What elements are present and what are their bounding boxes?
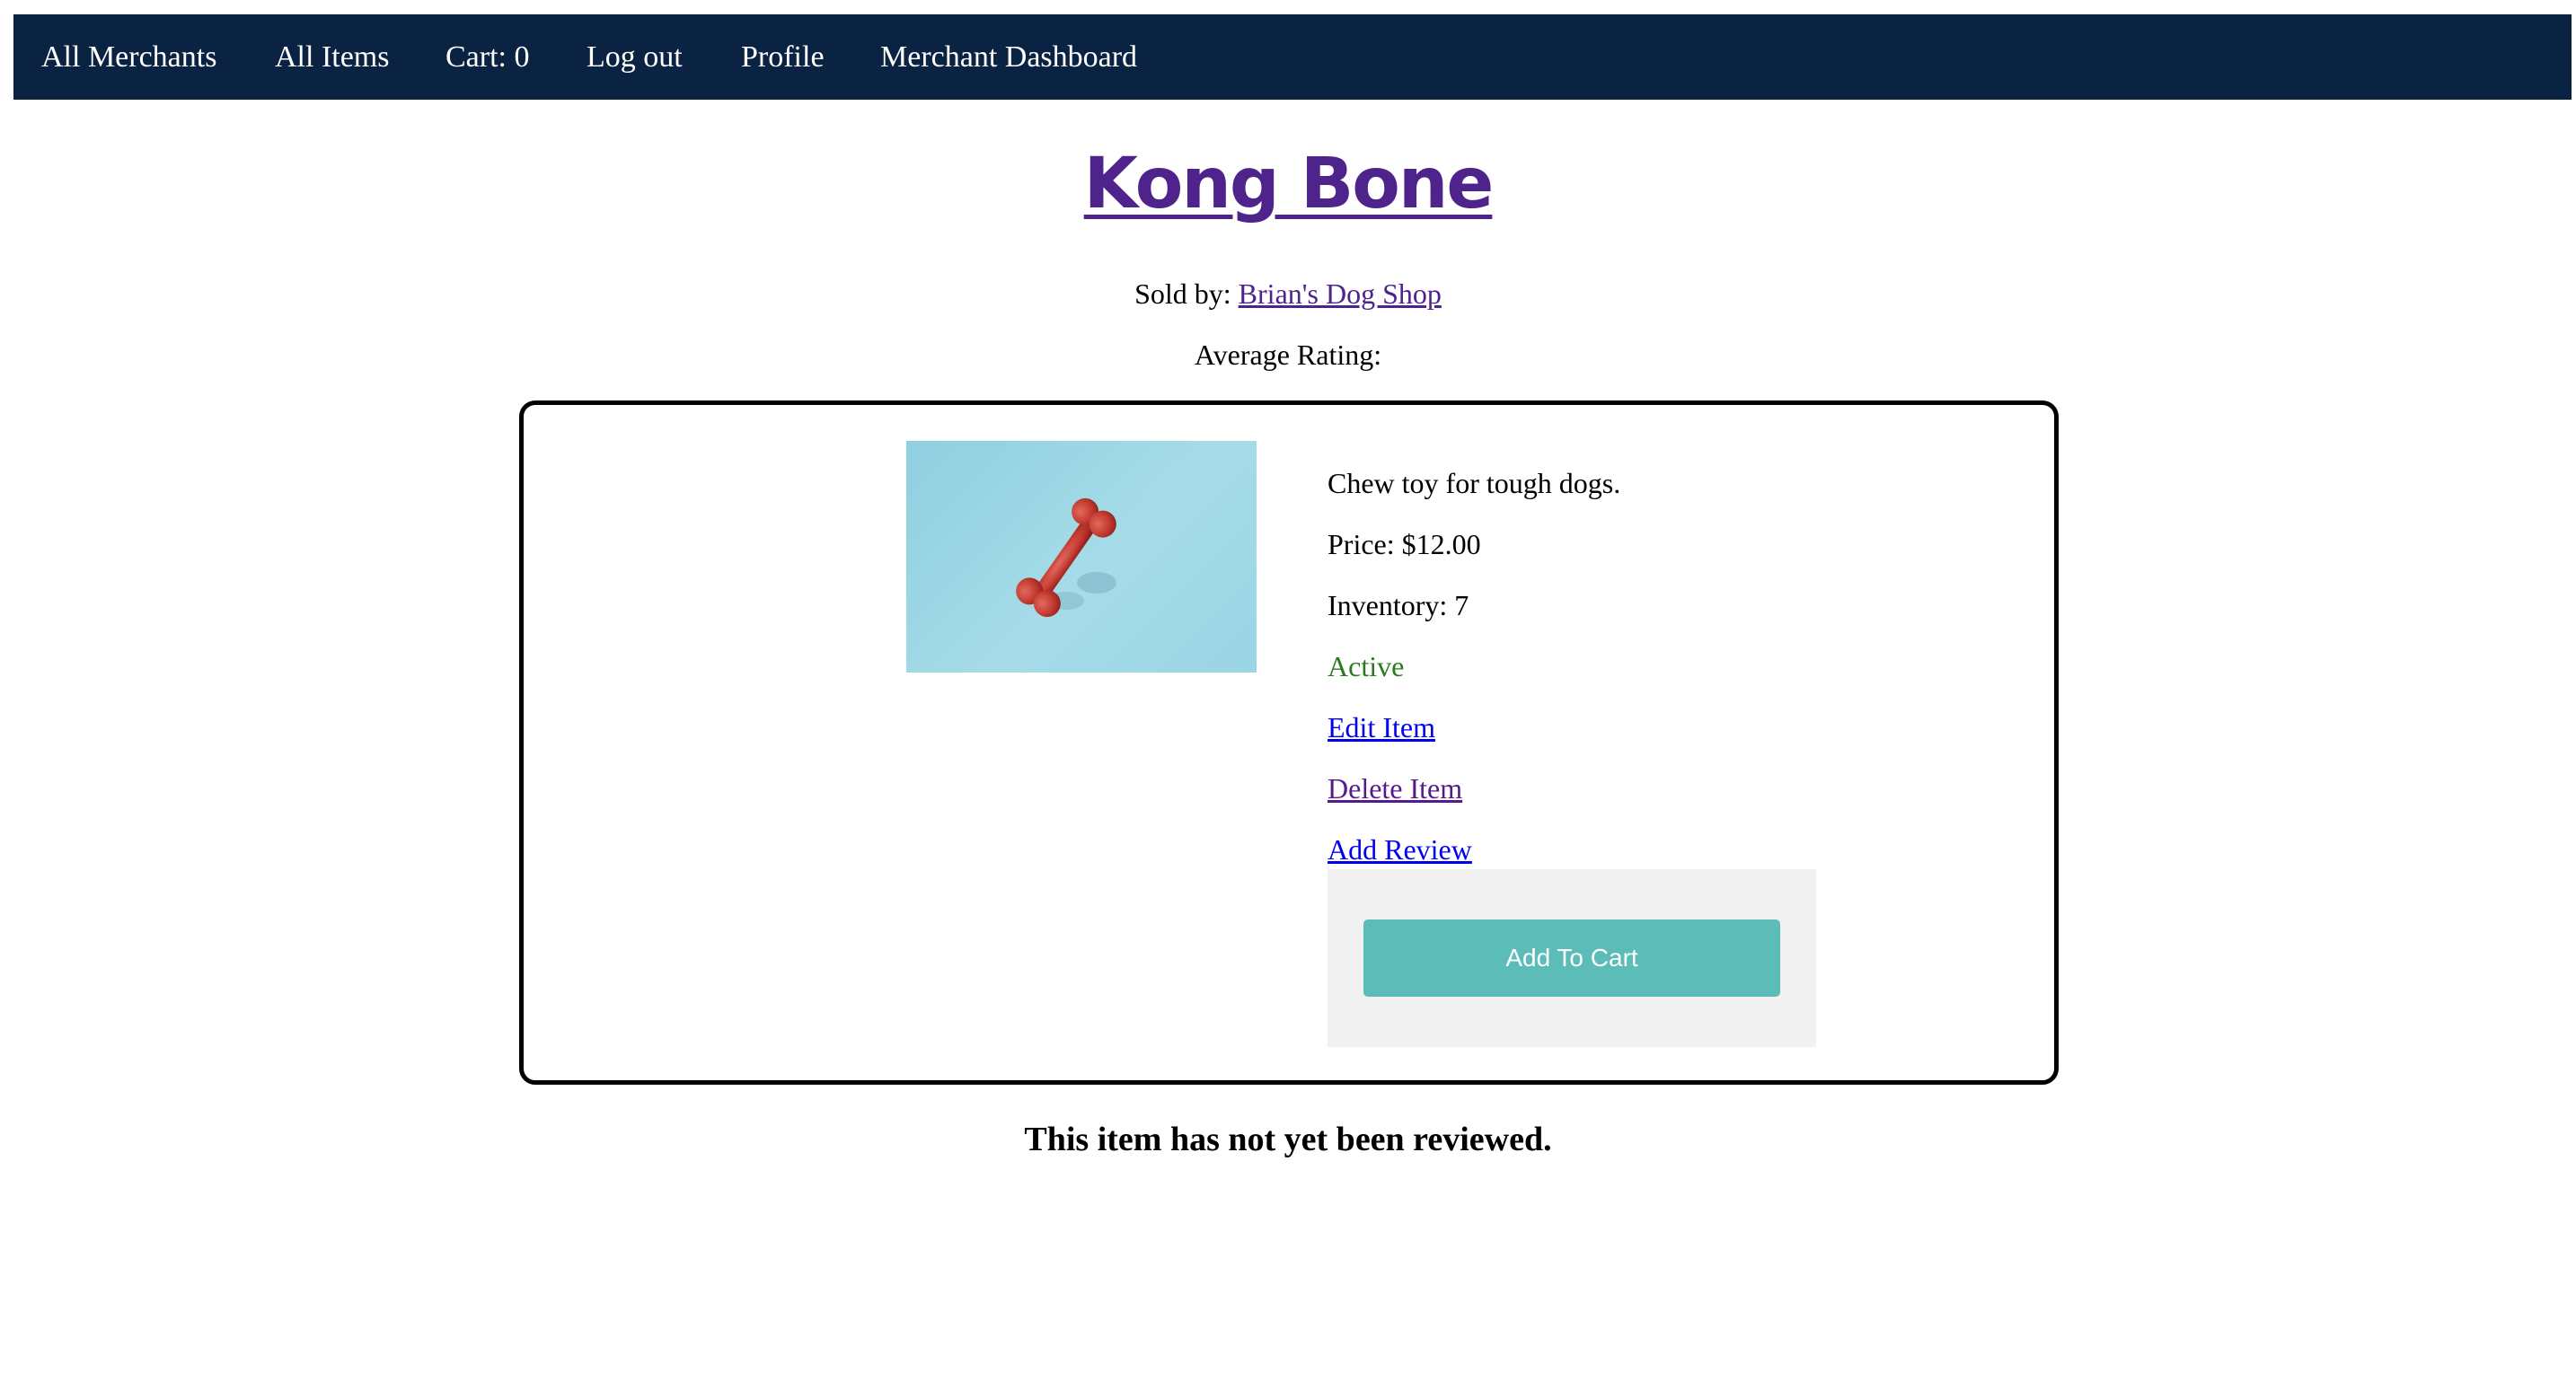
nav-all-items[interactable]: All Items — [275, 14, 389, 100]
nav-merchant-dashboard[interactable]: Merchant Dashboard — [880, 14, 1137, 100]
average-rating-label: Average Rating: — [1194, 339, 1382, 371]
sold-by-label: Sold by: — [1134, 277, 1231, 310]
item-inventory: Inventory: 7 — [1328, 589, 1469, 621]
nav-profile[interactable]: Profile — [741, 14, 825, 100]
no-reviews-message: This item has not yet been reviewed. — [1024, 1121, 1552, 1158]
add-to-cart-button[interactable]: Add To Cart — [1363, 919, 1780, 997]
add-to-cart-form: Add To Cart — [1328, 869, 1816, 1047]
nav-cart[interactable]: Cart: 0 — [446, 14, 529, 100]
page-title: Kong Bone — [0, 135, 2576, 233]
item-image — [906, 441, 1257, 673]
merchant-link[interactable]: Brian's Dog Shop — [1239, 277, 1442, 310]
add-review-link[interactable]: Add Review — [1328, 830, 1472, 869]
nav-log-out[interactable]: Log out — [587, 14, 683, 100]
sold-by-line: Sold by: Brian's Dog Shop — [0, 274, 2576, 313]
item-show-page: All Merchants All Items Cart: 0 Log out … — [0, 0, 2576, 1390]
item-card — [519, 400, 2059, 1085]
item-status: Active — [1328, 650, 1405, 682]
edit-item-link[interactable]: Edit Item — [1328, 708, 1435, 747]
red-bone-chew-toy-icon — [1016, 497, 1116, 618]
item-description: Chew toy for tough dogs. — [1328, 467, 1621, 499]
item-name-link[interactable]: Kong Bone — [1084, 144, 1495, 224]
delete-item-link[interactable]: Delete Item — [1328, 769, 1462, 808]
top-navigation-bar: All Merchants All Items Cart: 0 Log out … — [13, 14, 2572, 100]
item-price: Price: $12.00 — [1328, 528, 1481, 560]
nav-all-merchants[interactable]: All Merchants — [41, 14, 216, 100]
